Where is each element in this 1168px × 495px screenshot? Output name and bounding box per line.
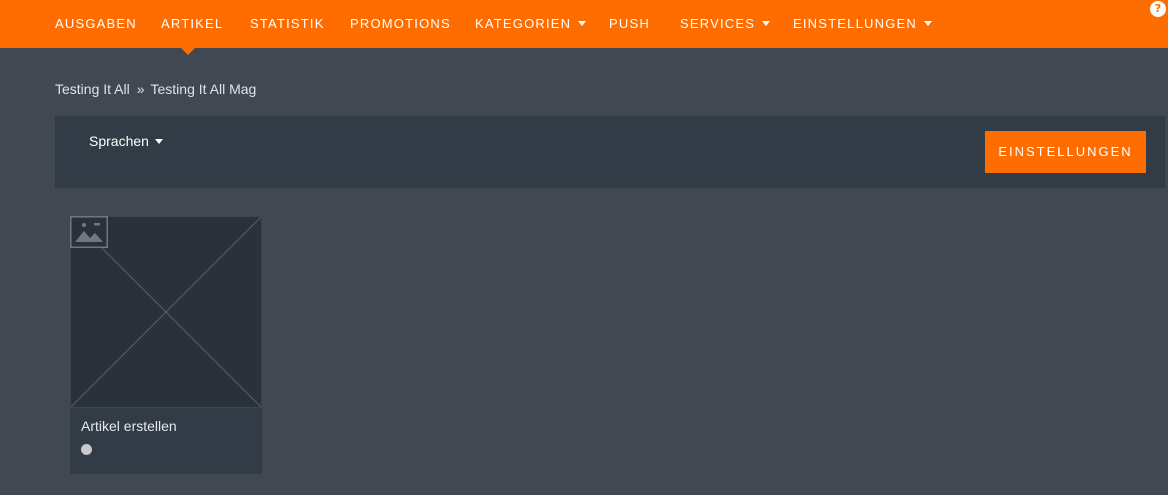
nav-item-statistik[interactable]: STATISTIK	[250, 0, 325, 48]
nav-item-label: SERVICES	[680, 16, 756, 31]
nav-item-label: AUSGABEN	[55, 16, 137, 31]
caret-down-icon	[762, 21, 771, 26]
breadcrumb: Testing It All » Testing It All Mag	[55, 81, 256, 97]
nav-item-label: EINSTELLUNGEN	[793, 16, 917, 31]
image-placeholder-icon	[70, 216, 108, 248]
article-title: Artikel erstellen	[81, 418, 177, 434]
breadcrumb-item-publisher[interactable]: Testing It All	[55, 81, 130, 97]
nav-item-label: ARTIKEL	[161, 16, 224, 31]
language-dropdown[interactable]: Sprachen	[89, 133, 163, 149]
active-tab-indicator	[179, 46, 197, 55]
breadcrumb-item-magazine[interactable]: Testing It All Mag	[151, 81, 257, 97]
language-dropdown-label: Sprachen	[89, 133, 149, 149]
nav-item-label: PUSH	[609, 16, 650, 31]
article-card-footer: Artikel erstellen	[70, 408, 262, 474]
settings-button[interactable]: EINSTELLUNGEN	[985, 131, 1146, 173]
nav-item-label: PROMOTIONS	[350, 16, 451, 31]
nav-item-artikel[interactable]: ARTIKEL	[161, 0, 223, 48]
nav-item-ausgaben[interactable]: AUSGABEN	[55, 0, 137, 48]
breadcrumb-separator: »	[136, 81, 145, 97]
nav-item-promotions[interactable]: PROMOTIONS	[350, 0, 451, 48]
caret-down-icon	[578, 21, 587, 26]
nav-item-kategorien[interactable]: KATEGORIEN	[475, 0, 587, 48]
top-navigation: AUSGABEN ARTIKEL STATISTIK PROMOTIONS KA…	[0, 0, 1168, 55]
nav-item-services[interactable]: SERVICES	[680, 0, 771, 48]
article-thumbnail[interactable]	[70, 216, 262, 408]
nav-item-push[interactable]: PUSH	[609, 0, 650, 48]
status-indicator	[81, 444, 92, 455]
caret-down-icon	[154, 139, 163, 144]
nav-item-label: STATISTIK	[250, 16, 325, 31]
create-article-card[interactable]: Artikel erstellen	[70, 216, 262, 474]
toolbar: Sprachen EINSTELLUNGEN	[55, 116, 1165, 188]
caret-down-icon	[923, 21, 932, 26]
nav-item-label: KATEGORIEN	[475, 16, 572, 31]
help-icon[interactable]: ?	[1150, 1, 1166, 17]
nav-item-einstellungen[interactable]: EINSTELLUNGEN	[793, 0, 932, 48]
